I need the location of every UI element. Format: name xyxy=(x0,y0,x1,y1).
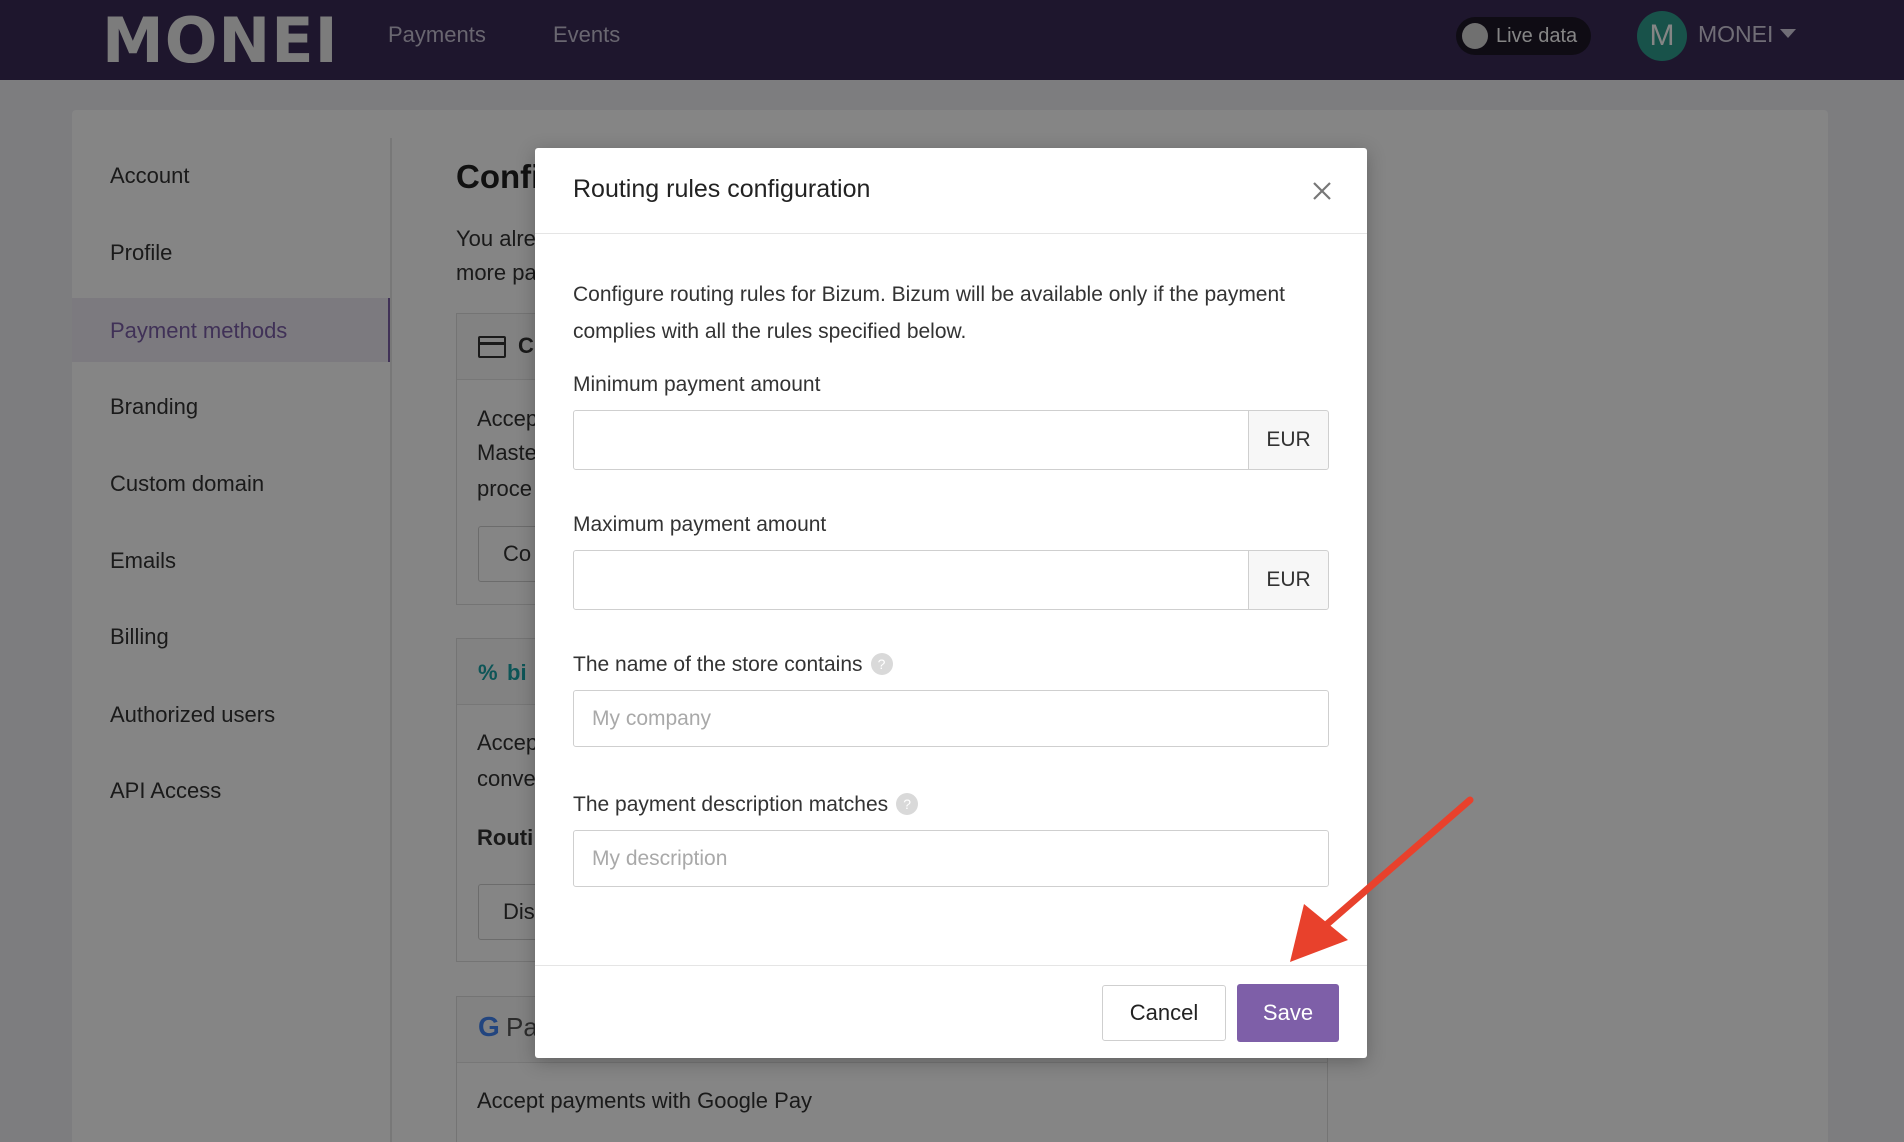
modal-description: Configure routing rules for Bizum. Bizum… xyxy=(573,283,1286,343)
payment-description-label: The payment description matches? xyxy=(573,793,919,817)
annotation-arrow-icon xyxy=(1290,796,1474,962)
min-amount-group: EUR xyxy=(573,410,1329,470)
min-amount-label: Minimum payment amount xyxy=(573,373,821,396)
modal-title: Routing rules configuration xyxy=(573,175,871,203)
cancel-button[interactable]: Cancel xyxy=(1102,985,1226,1041)
min-amount-input[interactable] xyxy=(573,410,1249,470)
close-icon[interactable] xyxy=(1305,174,1339,208)
payment-description-input[interactable] xyxy=(573,830,1329,887)
currency-addon: EUR xyxy=(1248,410,1329,470)
help-icon[interactable]: ? xyxy=(870,653,893,675)
max-amount-label: Maximum payment amount xyxy=(573,513,827,536)
help-icon[interactable]: ? xyxy=(896,793,919,815)
modal-header: Routing rules configuration xyxy=(535,148,1367,234)
routing-rules-modal: Routing rules configuration Configure ro… xyxy=(535,148,1367,1058)
save-button[interactable]: Save xyxy=(1237,984,1339,1042)
store-name-group xyxy=(573,690,1329,750)
store-name-input[interactable] xyxy=(573,690,1329,747)
store-name-label-text: The name of the store contains xyxy=(573,653,863,676)
max-amount-input[interactable] xyxy=(573,550,1249,610)
max-amount-group: EUR xyxy=(573,550,1329,610)
currency-addon: EUR xyxy=(1248,550,1329,610)
store-name-label: The name of the store contains? xyxy=(573,653,893,677)
payment-description-group xyxy=(573,830,1329,890)
payment-description-label-text: The payment description matches xyxy=(573,793,889,816)
